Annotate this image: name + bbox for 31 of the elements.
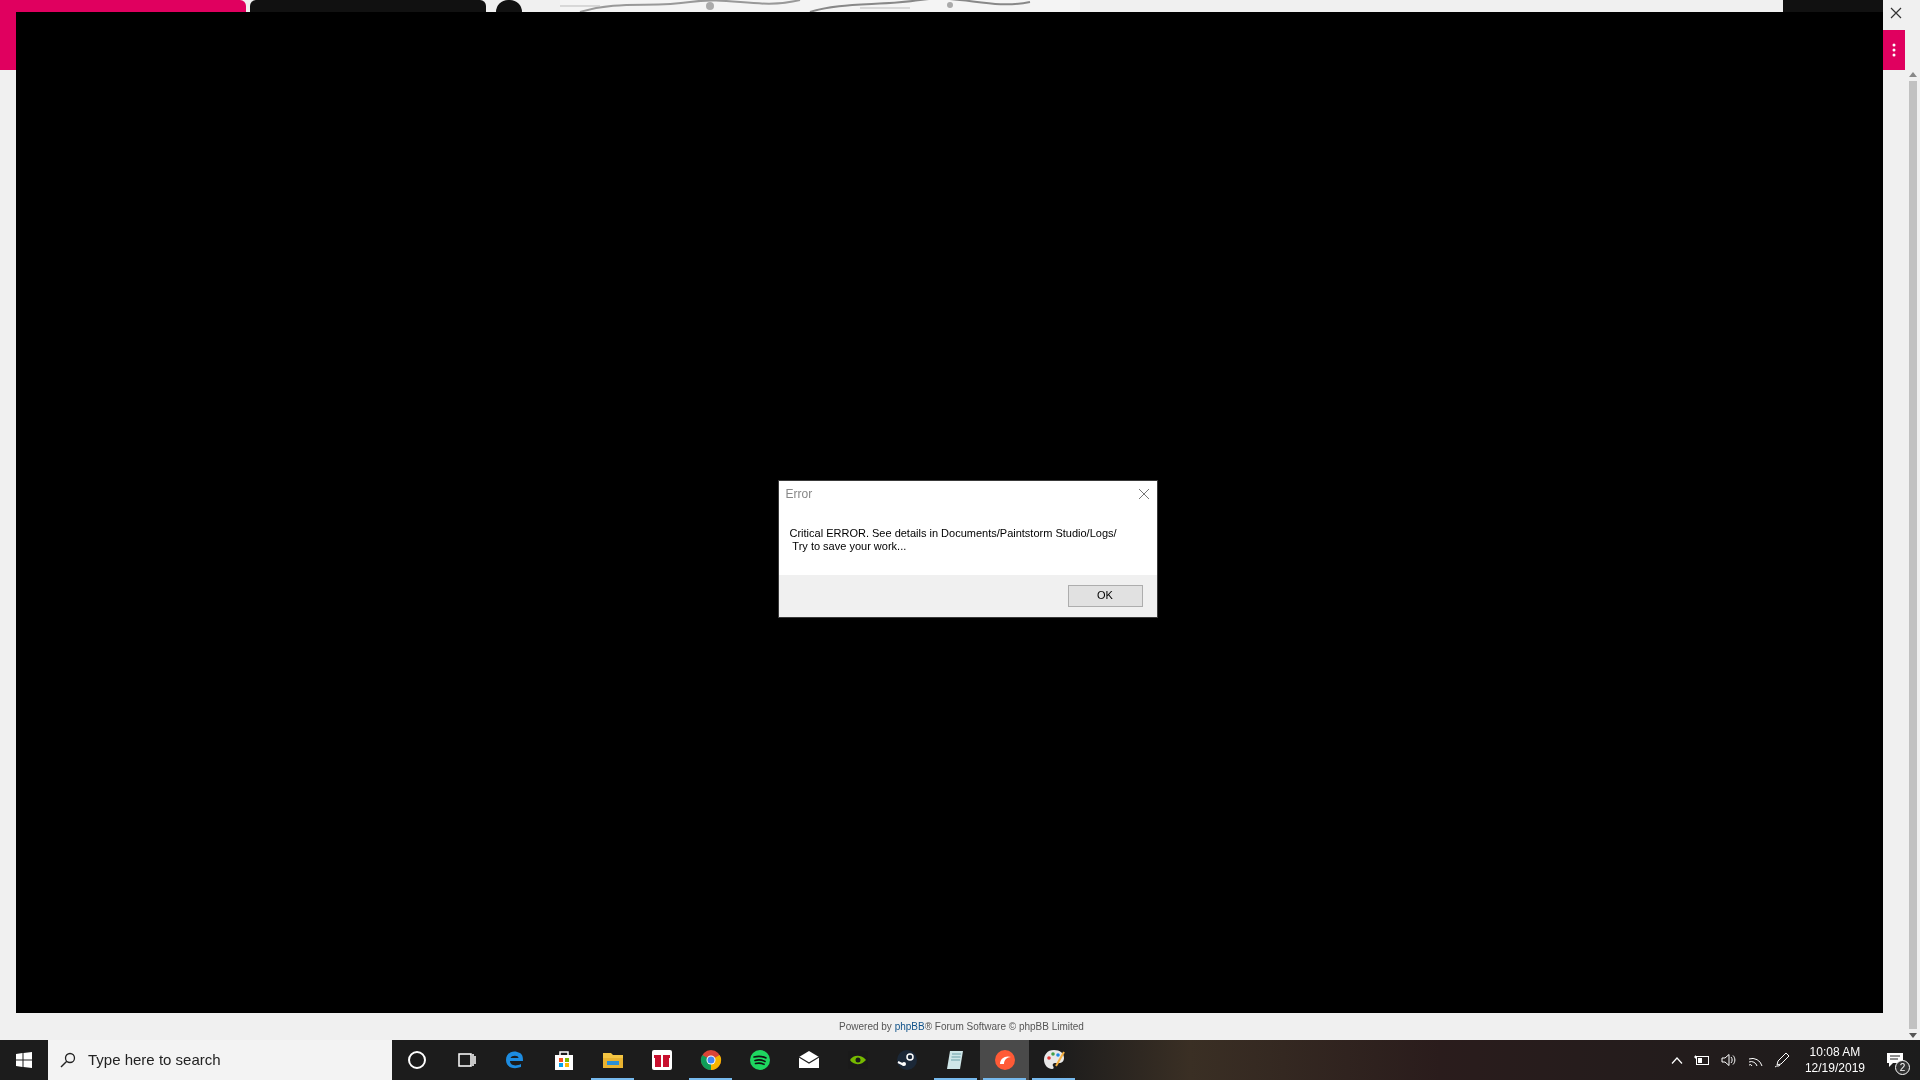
dialog-title: Error (785, 485, 813, 503)
swirl-logo-icon (992, 1048, 1017, 1072)
page-edge (0, 12, 16, 70)
paint-palette-icon (1041, 1048, 1066, 1072)
notification-button[interactable]: 2 (1880, 1045, 1910, 1075)
clock[interactable]: 10:08 AM 12/19/2019 (1800, 1044, 1869, 1076)
footer-text: Powered by phpBB® Forum Software © phpBB Limited (839, 1020, 1084, 1034)
error-message: Try to save your work... (791, 539, 908, 553)
clock-time: 10:08 AM (1809, 1044, 1861, 1060)
scroll-up-icon[interactable] (1908, 72, 1917, 77)
kebab-menu-icon[interactable] (1892, 43, 1896, 57)
phpbb-link[interactable]: phpBB (894, 1021, 925, 1032)
pen-icon[interactable] (1773, 1052, 1790, 1068)
battery-icon[interactable] (1693, 1054, 1710, 1066)
search-field[interactable]: Type here to search (88, 1048, 380, 1072)
close-icon[interactable] (1890, 7, 1902, 19)
chevron-up-icon[interactable] (1670, 1056, 1683, 1064)
speaker-icon[interactable] (1720, 1053, 1737, 1067)
notification-count: 2 (1895, 1060, 1910, 1075)
chrome-icon (698, 1048, 723, 1072)
error-message: Critical ERROR. See details in Documents/Paintstorm Studio/Logs/ (789, 526, 1118, 540)
ok-button[interactable]: OK (1067, 584, 1143, 607)
clock-date: 12/19/2019 (1804, 1060, 1865, 1076)
spotify-icon (747, 1048, 772, 1072)
scroll-down-icon[interactable] (1908, 1033, 1917, 1038)
windows-icon (16, 1052, 32, 1068)
steam-icon (894, 1048, 919, 1072)
search-box[interactable]: Type here to search (48, 1040, 392, 1080)
scroll-thumb[interactable] (1908, 81, 1917, 1029)
gift-icon (649, 1048, 674, 1072)
search-icon (60, 1052, 76, 1068)
